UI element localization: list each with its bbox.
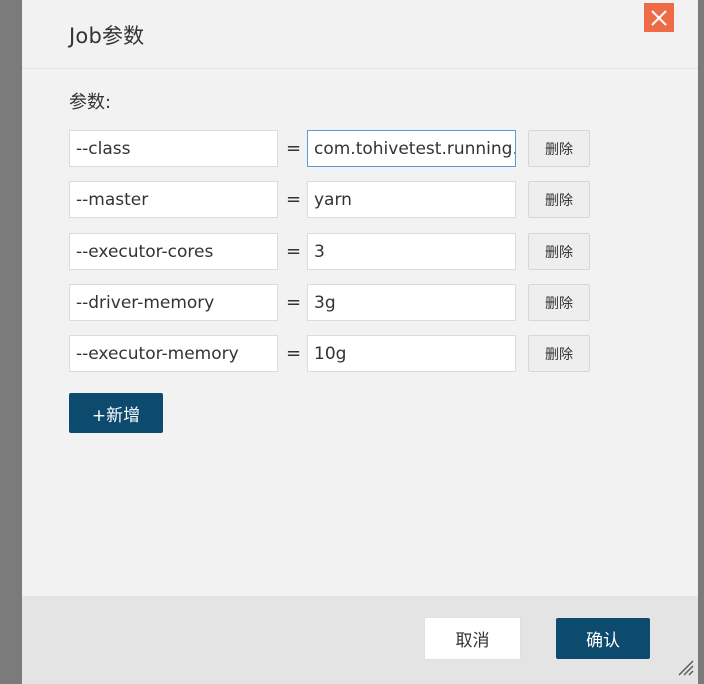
param-key-input[interactable]: --master [69, 181, 278, 218]
equals-sign: = [286, 138, 302, 159]
delete-button[interactable]: 删除 [528, 284, 590, 321]
equals-sign: = [286, 241, 302, 262]
delete-button[interactable]: 删除 [528, 130, 590, 167]
param-value-input[interactable]: yarn [307, 181, 516, 218]
param-value-input[interactable]: 3g [307, 284, 516, 321]
param-key-input[interactable]: --executor-cores [69, 233, 278, 270]
param-key-input[interactable]: --executor-memory [69, 335, 278, 372]
dialog-title: Job参数 [69, 24, 145, 48]
delete-button[interactable]: 删除 [528, 181, 590, 218]
param-row: --executor-cores = 3 删除 [69, 233, 599, 270]
dialog-footer: 取消 确认 [22, 596, 698, 684]
resize-grip-icon[interactable] [676, 658, 696, 678]
param-value-input[interactable]: 10g [307, 335, 516, 372]
param-value-input[interactable]: 3 [307, 233, 516, 270]
close-icon [651, 9, 667, 26]
param-value-input[interactable]: com.tohivetest.running. [307, 130, 516, 167]
equals-sign: = [286, 292, 302, 313]
param-key-input[interactable]: --driver-memory [69, 284, 278, 321]
close-button[interactable] [644, 3, 674, 32]
cancel-button[interactable]: 取消 [424, 617, 521, 660]
delete-button[interactable]: 删除 [528, 335, 590, 372]
add-param-button[interactable]: +新增 [69, 393, 163, 433]
param-row: --master = yarn 删除 [69, 181, 599, 218]
equals-sign: = [286, 189, 302, 210]
param-row: --executor-memory = 10g 删除 [69, 335, 599, 372]
job-params-dialog: Job参数 参数: --class = com.tohivetest.runni… [22, 0, 698, 684]
equals-sign: = [286, 343, 302, 364]
param-row: --class = com.tohivetest.running. 删除 [69, 130, 599, 167]
param-row: --driver-memory = 3g 删除 [69, 284, 599, 321]
params-section-label: 参数: [69, 92, 112, 113]
delete-button[interactable]: 删除 [528, 233, 590, 270]
param-key-input[interactable]: --class [69, 130, 278, 167]
dialog-header: Job参数 [22, 0, 698, 69]
confirm-button[interactable]: 确认 [556, 618, 650, 659]
